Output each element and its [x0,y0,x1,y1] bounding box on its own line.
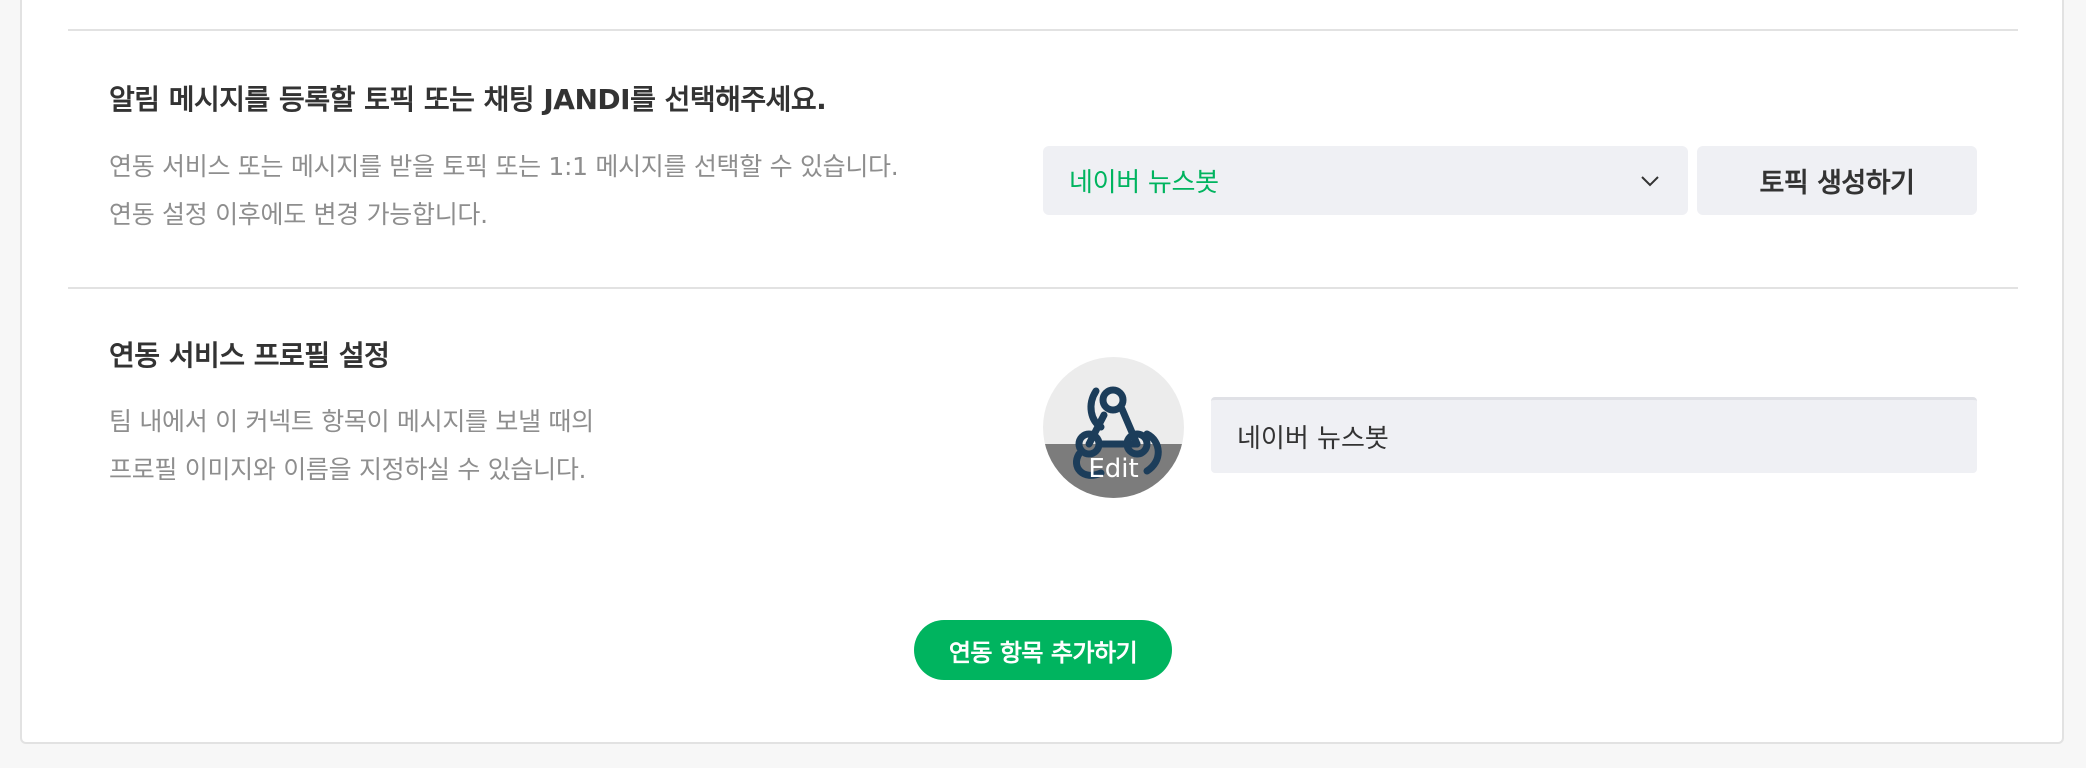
divider [68,29,2018,31]
create-topic-button[interactable]: 토픽 생성하기 [1697,146,1977,215]
profile-desc-line-2: 프로필 이미지와 이름을 지정하실 수 있습니다. [109,455,587,484]
bot-name-input[interactable] [1211,397,1977,473]
topic-desc-line-2: 연동 설정 이후에도 변경 가능합니다. [109,200,488,229]
profile-avatar[interactable]: Edit [1043,357,1184,498]
profile-section-title: 연동 서비스 프로필 설정 [109,339,390,372]
profile-section-description: 팀 내에서 이 커넥트 항목이 메시지를 보낼 때의 프로필 이미지와 이름을 … [109,398,594,494]
topic-select[interactable]: 네이버 뉴스봇 [1043,146,1688,215]
topic-select-value: 네이버 뉴스봇 [1069,168,1219,198]
topic-section-title: 알림 메시지를 등록할 토픽 또는 채팅 JANDI를 선택해주세요. [109,83,827,116]
divider [68,287,2018,289]
topic-desc-line-1: 연동 서비스 또는 메시지를 받을 토픽 또는 1:1 메시지를 선택할 수 있… [109,152,899,181]
avatar-edit-label: Edit [1088,454,1139,484]
chevron-down-icon [1638,169,1662,193]
topic-section-description: 연동 서비스 또는 메시지를 받을 토픽 또는 1:1 메시지를 선택할 수 있… [109,143,899,239]
add-connect-item-button[interactable]: 연동 항목 추가하기 [914,620,1172,680]
profile-desc-line-1: 팀 내에서 이 커넥트 항목이 메시지를 보낼 때의 [109,407,594,436]
